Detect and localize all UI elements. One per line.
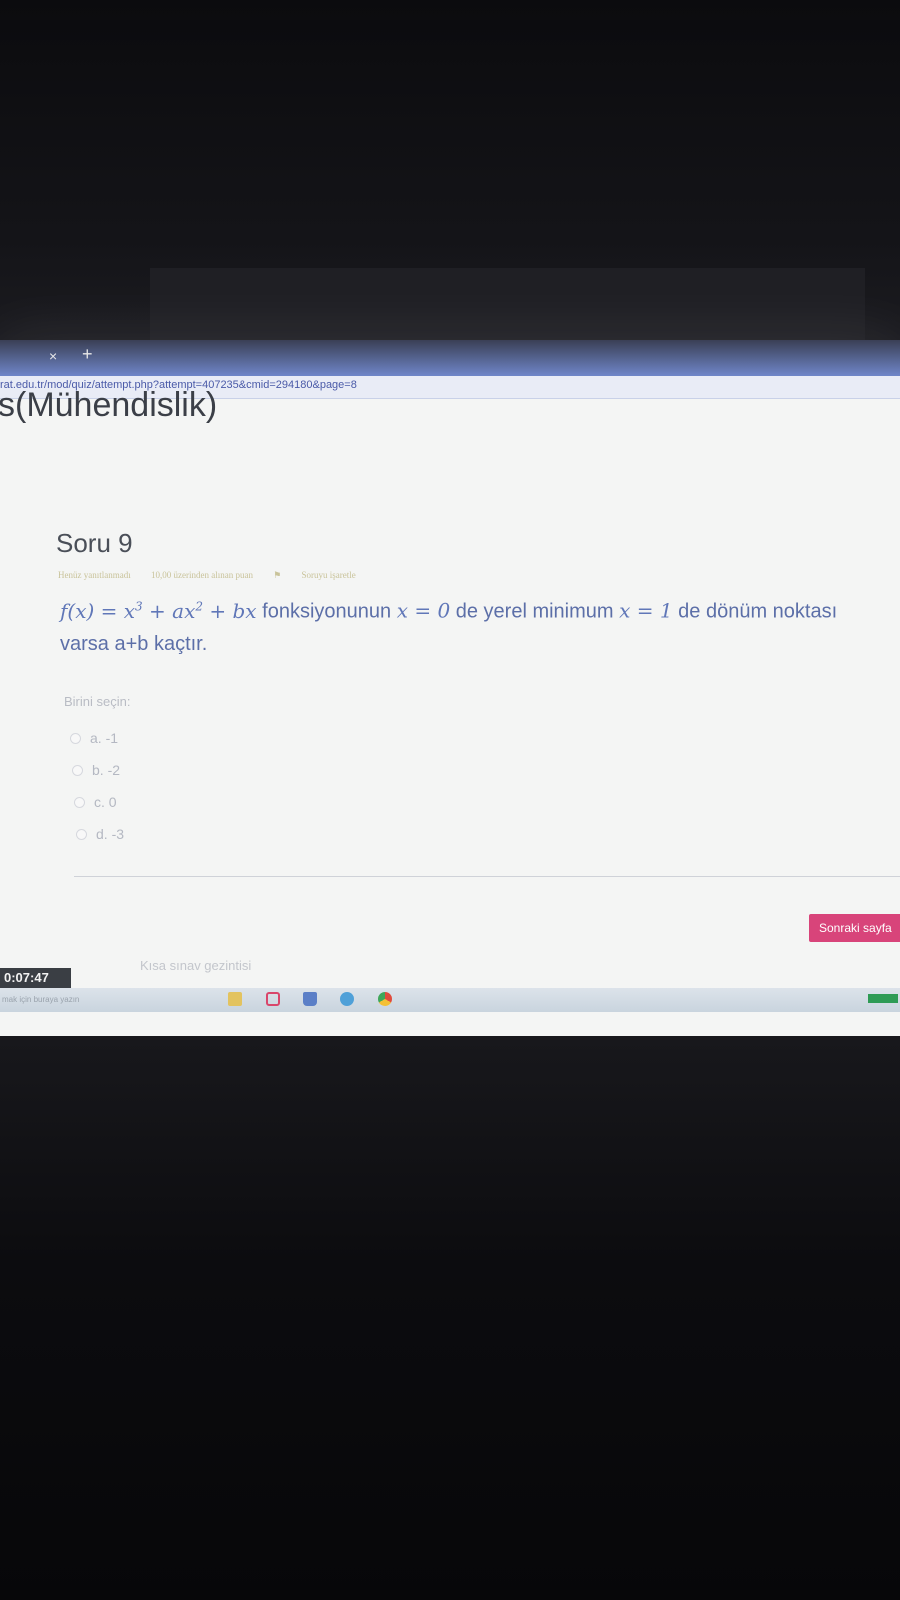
question-info: Henüz yanıtlanmadı 10,00 üzerinden alına… [58,570,392,581]
taskbar: mak için buraya yazın [0,988,900,1012]
background-band [150,268,865,350]
flag-question-label: Soruyu işaretle [301,570,356,580]
laptop-screen: × + rat.edu.tr/mod/quiz/attempt.php?atte… [0,340,900,1036]
math-x0: x = 0 [396,598,451,623]
mail-icon[interactable] [266,992,280,1006]
radio-button[interactable] [76,828,87,840]
radio-button[interactable] [70,732,81,744]
browser-tab-bar: × + [0,340,900,376]
question-status: Henüz yanıtlanmadı [58,570,131,580]
quiz-timer: 0:07:47 [0,968,71,988]
question-title: Soru 9 [56,528,133,558]
system-tray-icon[interactable] [868,994,898,1003]
flag-icon: ⚑ [273,570,284,580]
folder-icon[interactable] [228,992,242,1006]
question-text-part: de dönüm noktası [672,600,838,623]
question-text-part: fonksiyonunun [256,600,397,623]
flag-question-link[interactable]: ⚑ Soruyu işaretle [273,570,374,580]
answer-label: b. -2 [92,762,121,778]
next-page-button[interactable]: Sonraki sayfa [809,914,900,942]
question-text-line-2: varsa a+b kaçtır. [60,632,208,655]
radio-button[interactable] [72,764,83,776]
quiz-navigation-link[interactable]: Kısa sınav gezintisi [140,958,251,973]
radio-button[interactable] [74,796,85,808]
answer-options: a. -1 b. -2 c. 0 d. -3 [70,722,124,850]
answer-label: c. 0 [94,794,117,810]
taskbar-search[interactable]: mak için buraya yazın [2,995,79,1004]
answer-option-a[interactable]: a. -1 [70,722,118,754]
math-function: f(x) = x3 + ax2 + bx [60,598,257,623]
question-points: 10,00 üzerinden alınan puan [150,570,253,580]
new-tab-icon[interactable]: + [82,344,93,365]
choose-label: Birini seçin: [64,694,131,709]
math-x1: x = 1 [619,598,673,623]
question-text: f(x) = x3 + ax2 + bx fonksiyonunun x = 0… [60,590,900,660]
divider [74,876,900,877]
course-title: s(Mühendislik) [0,386,218,424]
question-text-part: de yerel minimum [450,600,620,623]
answer-option-c[interactable]: c. 0 [74,786,122,818]
answer-label: a. -1 [90,730,119,746]
background-bottom [0,1036,900,1600]
answer-label: d. -3 [96,826,125,842]
chrome-browser-icon[interactable] [378,992,392,1006]
edge-browser-icon[interactable] [340,992,354,1006]
store-icon[interactable] [303,992,317,1006]
tab-close-icon[interactable]: × [49,348,57,364]
background-top [0,0,900,350]
answer-option-d[interactable]: d. -3 [76,818,124,850]
answer-option-b[interactable]: b. -2 [72,754,120,786]
